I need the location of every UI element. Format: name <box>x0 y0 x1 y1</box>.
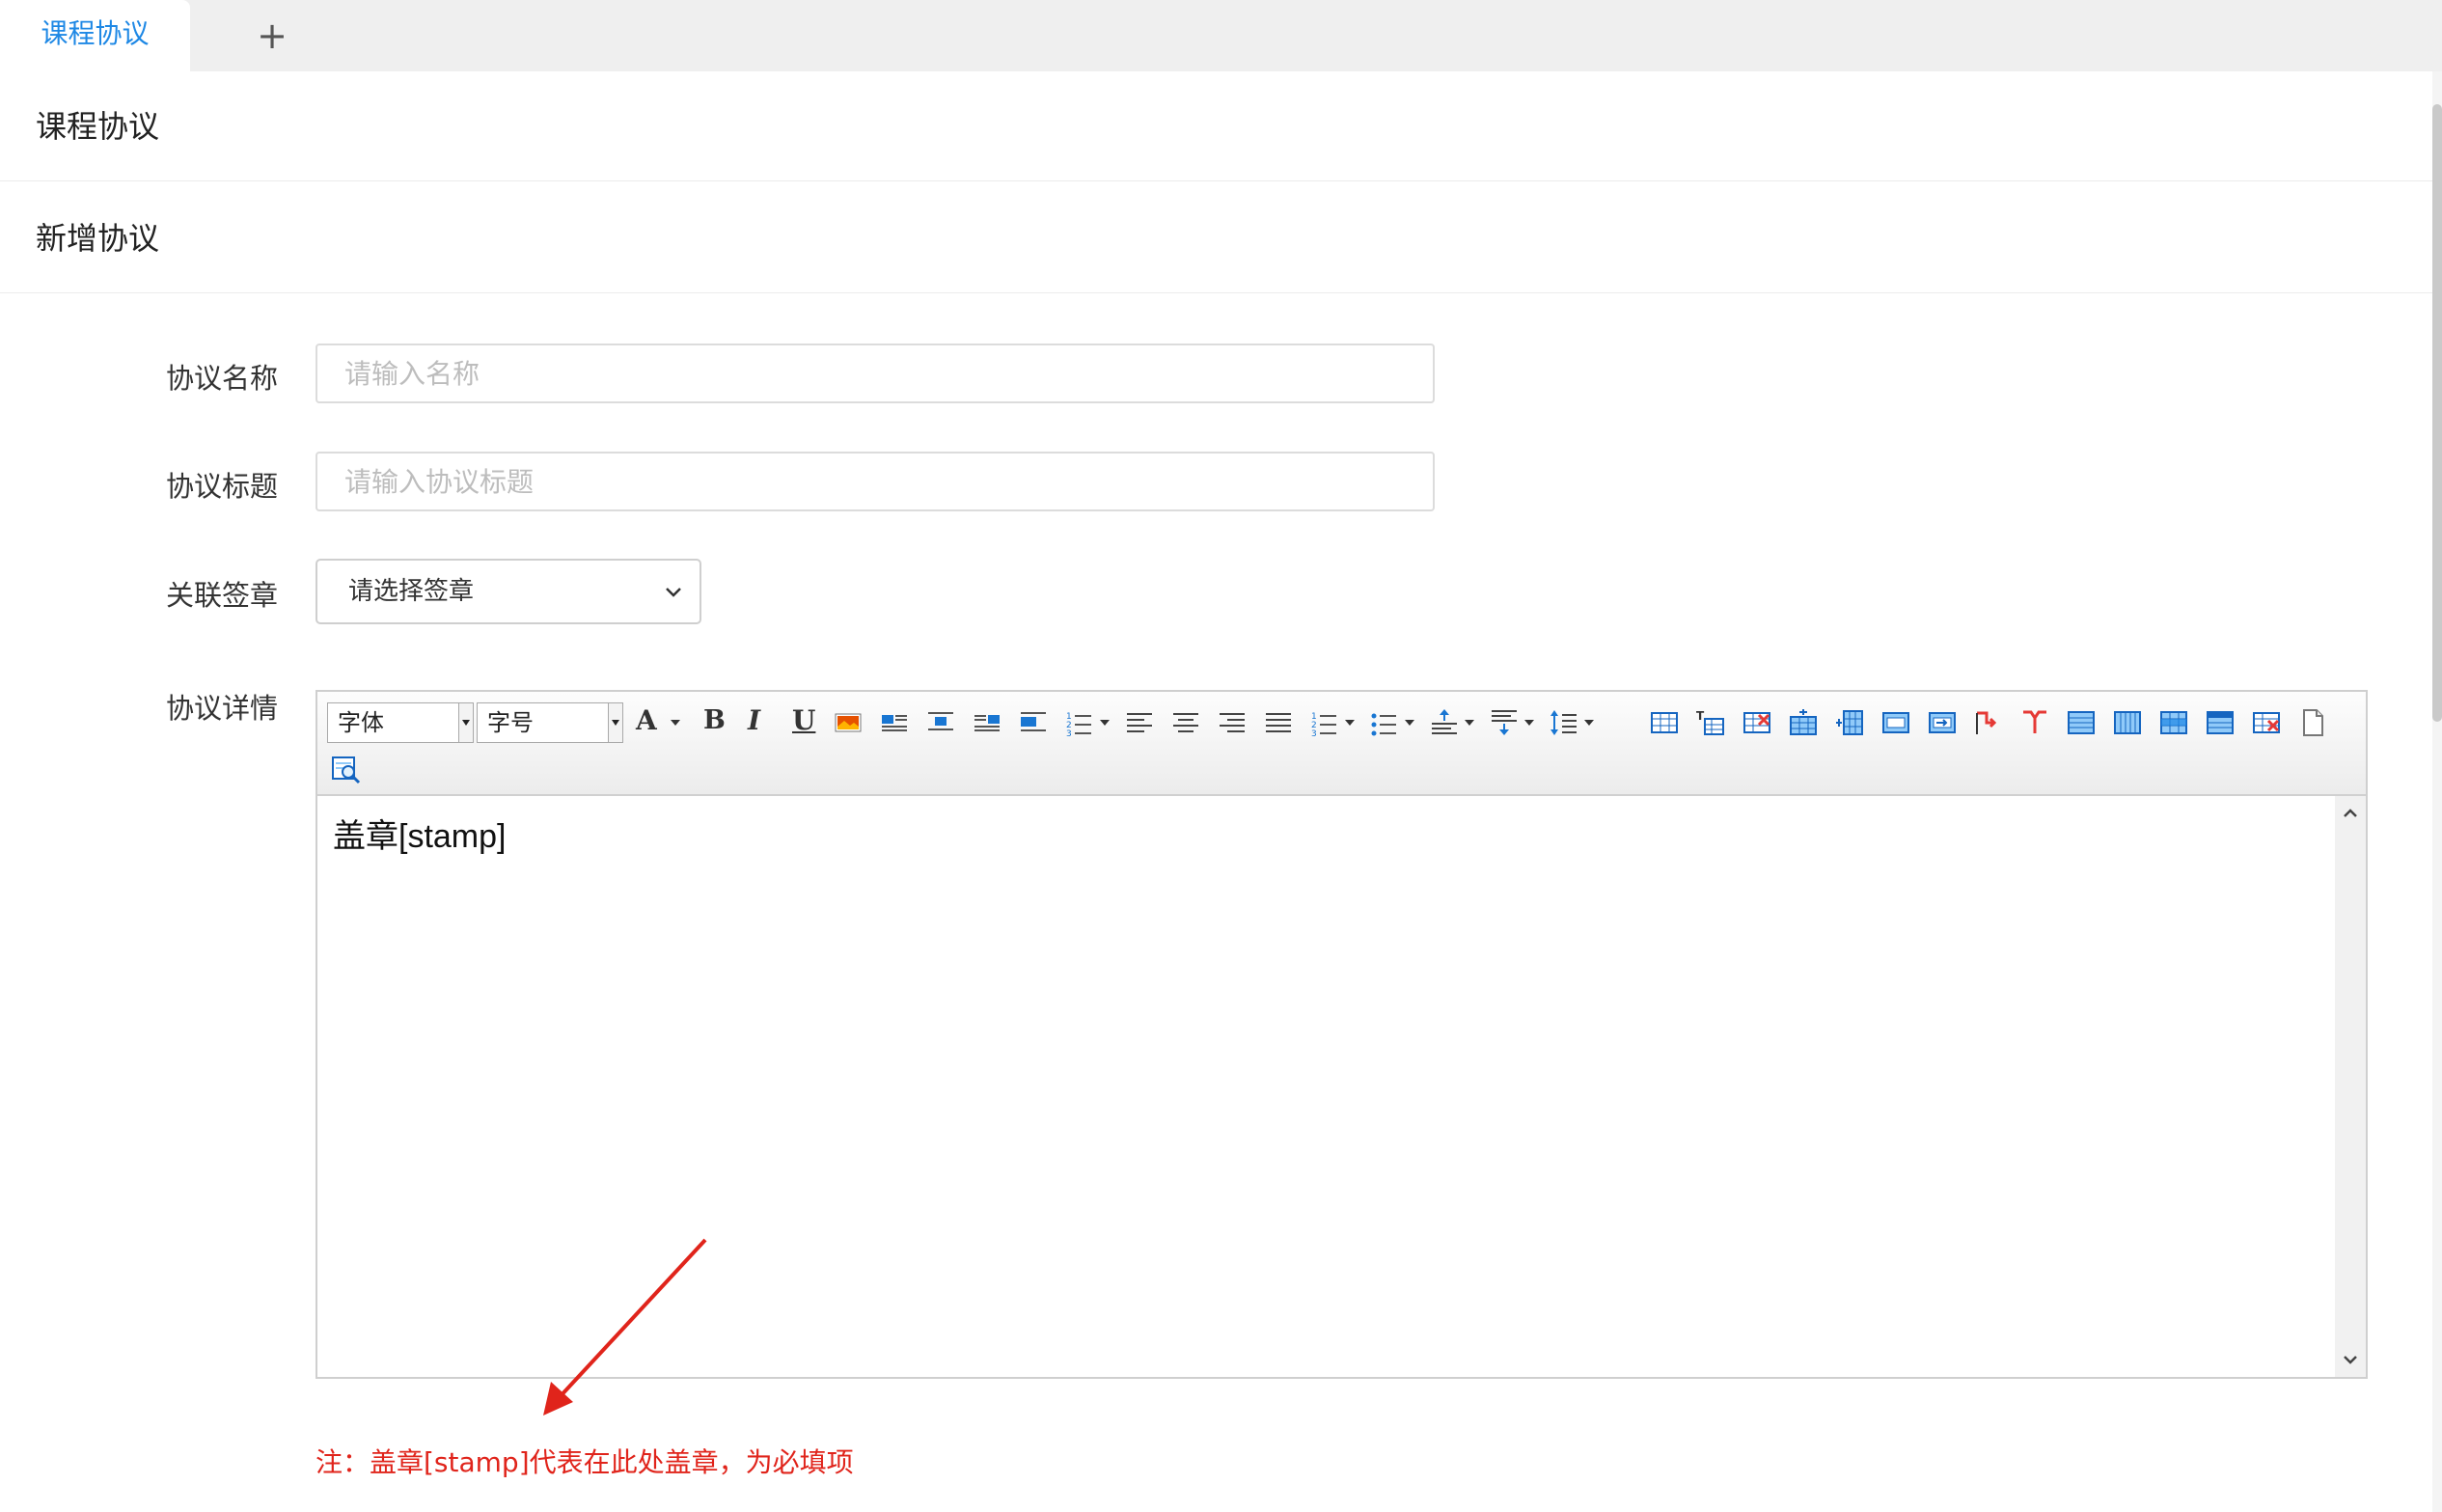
underline-icon[interactable]: U <box>792 703 815 738</box>
merge-down-icon[interactable] <box>1973 707 2004 738</box>
forecolor-dropdown-icon[interactable] <box>670 719 681 727</box>
stamp-note: 注：盖章[stamp]代表在此处盖章，为必填项 <box>316 1446 854 1478</box>
font-size-select[interactable]: 字号 <box>477 702 623 743</box>
split-to-cols-icon[interactable] <box>2112 707 2143 738</box>
line-height-icon[interactable] <box>1549 707 1579 738</box>
page-scrollbar-thumb[interactable] <box>2432 104 2442 722</box>
tab-course-agreement[interactable]: 课程协议 <box>0 0 190 71</box>
page-title: 课程协议 <box>0 71 2432 181</box>
title-label: 协议标题 <box>165 470 278 503</box>
font-family-label: 字体 <box>338 709 384 736</box>
align-left-icon[interactable] <box>1124 707 1155 738</box>
add-tab-button[interactable]: + <box>253 10 291 62</box>
insert-row-before-icon[interactable] <box>1788 707 1819 738</box>
editor-toolbar: 字体 字号 A B I U 123 1 2 3 T <box>317 692 2366 796</box>
align-right-icon[interactable] <box>1217 707 1248 738</box>
insert-image-icon[interactable] <box>833 707 864 738</box>
insert-title-icon[interactable]: T <box>1695 707 1726 738</box>
svg-text:3: 3 <box>1066 729 1072 738</box>
font-family-select[interactable]: 字体 <box>327 702 474 743</box>
merge-right-icon[interactable] <box>1927 707 1958 738</box>
stamp-select[interactable]: 请选择签章 <box>316 559 701 624</box>
row-spacing-top-icon[interactable] <box>1429 707 1460 738</box>
italic-icon[interactable]: I <box>748 703 760 738</box>
split-to-rows-icon[interactable] <box>2066 707 2097 738</box>
name-input[interactable] <box>316 344 1435 403</box>
row-spacing-top-dropdown-icon[interactable] <box>1464 719 1475 727</box>
rich-text-editor: 字体 字号 A B I U 123 1 2 3 T 盖章[stamp] <box>316 690 2368 1379</box>
align-justify-icon[interactable] <box>1263 707 1294 738</box>
insert-table-icon[interactable] <box>1649 707 1680 738</box>
editor-content-area[interactable]: 盖章[stamp] <box>317 796 2338 1377</box>
ordered-list-dropdown-icon[interactable] <box>1099 719 1111 727</box>
editor-scrollbar[interactable] <box>2335 796 2366 1377</box>
row-spacing-bottom-dropdown-icon[interactable] <box>1523 719 1535 727</box>
stamp-select-value: 请选择签章 <box>348 577 475 606</box>
dropdown-arrow-icon <box>458 703 473 742</box>
scroll-down-icon[interactable] <box>2341 1350 2360 1369</box>
preview-icon[interactable] <box>331 754 362 784</box>
delete-row-icon[interactable] <box>2251 707 2282 738</box>
row-spacing-bottom-icon[interactable] <box>1489 707 1520 738</box>
detail-label: 协议详情 <box>165 692 278 725</box>
insert-col-icon[interactable] <box>2205 707 2236 738</box>
name-label: 协议名称 <box>165 362 278 395</box>
unordered-list-icon[interactable] <box>1369 707 1400 738</box>
image-left-icon[interactable] <box>879 707 910 738</box>
image-none-icon[interactable] <box>1018 707 1049 738</box>
line-height-dropdown-icon[interactable] <box>1583 719 1595 727</box>
tab-bar: 课程协议 + <box>0 0 2442 71</box>
unordered-list-dropdown-icon[interactable] <box>1404 719 1415 727</box>
svg-text:T: T <box>1696 709 1705 723</box>
insert-row-icon[interactable] <box>2158 707 2189 738</box>
new-page-icon[interactable] <box>2297 707 2328 738</box>
insert-col-before-icon[interactable] <box>1834 707 1865 738</box>
delete-table-icon[interactable] <box>1742 707 1772 738</box>
chevron-down-icon <box>666 588 681 597</box>
align-center-icon[interactable] <box>1170 707 1201 738</box>
forecolor-icon[interactable]: A <box>636 703 657 738</box>
ordered-list-2-dropdown-icon[interactable] <box>1344 719 1356 727</box>
font-size-label: 字号 <box>487 709 534 736</box>
split-cells-icon[interactable] <box>2019 707 2050 738</box>
editor-content-text: 盖章[stamp] <box>333 818 507 855</box>
merge-cells-icon[interactable] <box>1880 707 1911 738</box>
dropdown-arrow-icon <box>608 703 622 742</box>
image-center-icon[interactable] <box>925 707 956 738</box>
stamp-label: 关联签章 <box>165 579 278 612</box>
svg-text:3: 3 <box>1311 729 1317 738</box>
title-input[interactable] <box>316 452 1435 511</box>
form-title: 新增协议 <box>0 183 2432 293</box>
ordered-list-2-icon[interactable]: 123 <box>1309 707 1340 738</box>
scroll-up-icon[interactable] <box>2341 804 2360 823</box>
ordered-list-icon[interactable]: 123 <box>1064 707 1095 738</box>
image-right-icon[interactable] <box>972 707 1002 738</box>
bold-icon[interactable]: B <box>703 703 726 738</box>
